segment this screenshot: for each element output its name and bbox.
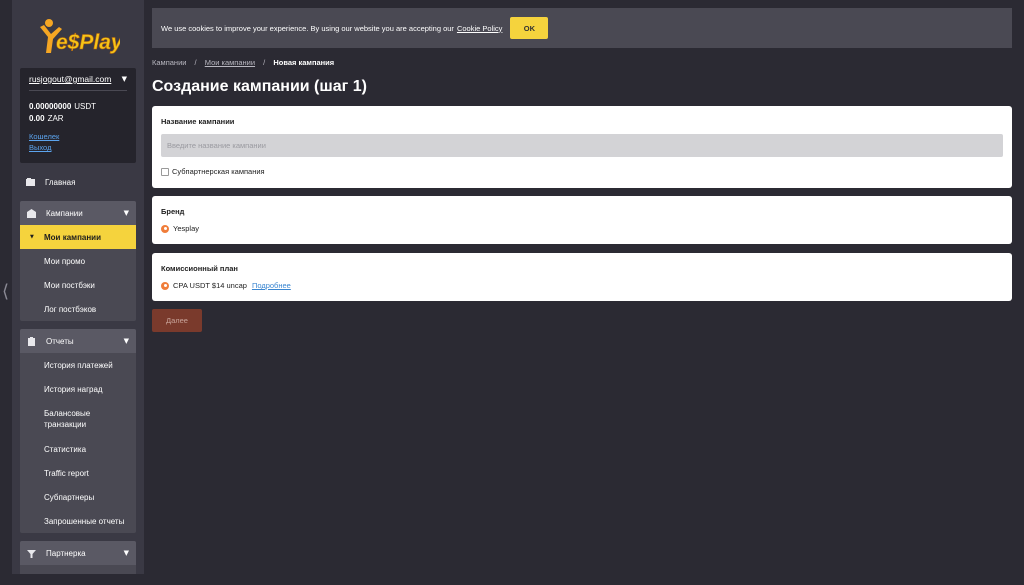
sidebar-group-reports: Отчеты ▼ История платежей История наград…	[20, 329, 136, 533]
sidebar-group-campaigns-header[interactable]: Кампании ▼	[20, 201, 136, 225]
balance-usdt: 0.00000000 USDT	[29, 102, 97, 111]
sidebar-item-postback-log[interactable]: Лог постбэков	[20, 297, 136, 321]
cookie-ok-button[interactable]: OK	[510, 17, 549, 39]
breadcrumb-item-campaigns[interactable]: Кампании	[152, 58, 186, 67]
sidebar-item-home[interactable]: Главная	[12, 171, 144, 193]
folder-icon	[27, 208, 36, 218]
sidebar-group-label: Кампании	[46, 208, 83, 218]
campaign-name-input[interactable]	[161, 134, 1003, 157]
account-email[interactable]: rusjogout@gmail.com	[29, 74, 111, 84]
next-button[interactable]: Далее	[152, 309, 202, 332]
sidebar-item-label: Балансовые транзакции	[44, 409, 91, 429]
sidebar-item-traffic-report[interactable]: Traffic report	[20, 461, 136, 485]
radio-selected-icon[interactable]	[161, 281, 169, 290]
sidebar-group-reports-header[interactable]: Отчеты ▼	[20, 329, 136, 353]
subpartner-option[interactable]: Субпартнерская кампания	[161, 167, 1003, 176]
sidebar-item-my-promo[interactable]: Мои промо	[20, 249, 136, 273]
funnel-icon	[27, 549, 36, 558]
subpartner-label: Субпартнерская кампания	[172, 167, 265, 176]
sidebar-group-campaigns: Кампании ▼ ▼ Мои кампании Мои промо Мои …	[20, 201, 136, 321]
clipboard-icon	[28, 336, 35, 346]
sidebar-group-label: Партнерка	[46, 548, 86, 558]
chevron-down-icon[interactable]: ▼	[124, 337, 129, 345]
chevron-down-icon[interactable]: ▼	[122, 75, 127, 83]
breadcrumb: Кампании / Мои кампании / Новая кампания	[152, 58, 334, 67]
commission-plan-card: Комиссионный план CPA USDT $14 uncap Под…	[152, 253, 1012, 301]
sidebar-item-reward-history[interactable]: История наград	[20, 377, 136, 401]
campaign-name-label: Название кампании	[161, 117, 235, 126]
brand-card: Бренд Yesplay	[152, 196, 1012, 244]
sidebar-item-requested-reports[interactable]: Запрошенные отчеты	[20, 509, 136, 533]
logo-image: e$Play	[40, 19, 120, 54]
page-title: Создание кампании (шаг 1)	[152, 78, 367, 95]
sidebar-group-label: Отчеты	[46, 336, 74, 346]
sidebar-item-label: Мои кампании	[44, 232, 102, 242]
cookie-banner: We use cookies to improve your experienc…	[152, 8, 1012, 48]
commission-option-cpa[interactable]: CPA USDT $14 uncap Подробнее	[161, 281, 1003, 290]
account-panel: rusjogout@gmail.com ▼ 0.00000000 USDT 0.0…	[20, 68, 136, 163]
bullet-icon: ▼	[30, 233, 34, 240]
chevron-down-icon[interactable]: ▼	[124, 549, 129, 557]
sidebar-collapse-icon[interactable]: ⟨	[2, 282, 12, 302]
sidebar-item-label: Главная	[45, 177, 76, 187]
commission-option-label: CPA USDT $14 uncap	[173, 281, 247, 290]
radio-selected-icon[interactable]	[161, 224, 169, 233]
account-switcher[interactable]: rusjogout@gmail.com ▼	[29, 74, 127, 91]
yesplay-logo[interactable]: e$Play	[12, 0, 144, 66]
wallet-link[interactable]: Кошелек	[29, 131, 127, 142]
sidebar: e$Play rusjogout@gmail.com ▼ 0.00000000 U…	[12, 0, 144, 574]
brand-label: Бренд	[161, 207, 185, 216]
brand-option-label: Yesplay	[173, 224, 199, 233]
logout-link[interactable]: Выход	[29, 142, 127, 153]
svg-text:e$Play: e$Play	[56, 31, 120, 54]
commission-details-link[interactable]: Подробнее	[252, 281, 291, 290]
campaign-name-card: Название кампании Субпартнерская кампани…	[152, 106, 1012, 188]
commission-plan-label: Комиссионный план	[161, 264, 238, 273]
breadcrumb-separator: /	[194, 58, 197, 67]
breadcrumb-current: Новая кампания	[273, 58, 335, 67]
sidebar-item-subpartners[interactable]: Субпартнеры	[20, 485, 136, 509]
sidebar-item-commissions[interactable]: Комиссии	[20, 565, 136, 575]
balance-zar: 0.00 ZAR	[29, 114, 64, 123]
cookie-text: We use cookies to improve your experienc…	[161, 23, 454, 33]
chevron-down-icon[interactable]: ▼	[124, 209, 129, 217]
sidebar-group-partner: Партнерка ▼ Комиссии	[20, 541, 136, 574]
sidebar-group-partner-header[interactable]: Партнерка ▼	[20, 541, 136, 565]
breadcrumb-item-my-campaigns[interactable]: Мои кампании	[205, 58, 255, 67]
brand-option-yesplay[interactable]: Yesplay	[161, 224, 1003, 233]
cookie-policy-link[interactable]: Cookie Policy	[457, 24, 502, 33]
sidebar-item-my-postbacks[interactable]: Мои постбэки	[20, 273, 136, 297]
sidebar-item-balance-transactions[interactable]: Балансовые транзакции	[20, 401, 136, 437]
sidebar-item-statistics[interactable]: Статистика	[20, 437, 136, 461]
breadcrumb-separator: /	[263, 58, 266, 67]
sidebar-item-my-campaigns[interactable]: ▼ Мои кампании	[20, 225, 136, 249]
sidebar-item-payment-history[interactable]: История платежей	[20, 353, 136, 377]
subpartner-checkbox[interactable]	[161, 167, 169, 176]
home-icon	[26, 178, 35, 186]
